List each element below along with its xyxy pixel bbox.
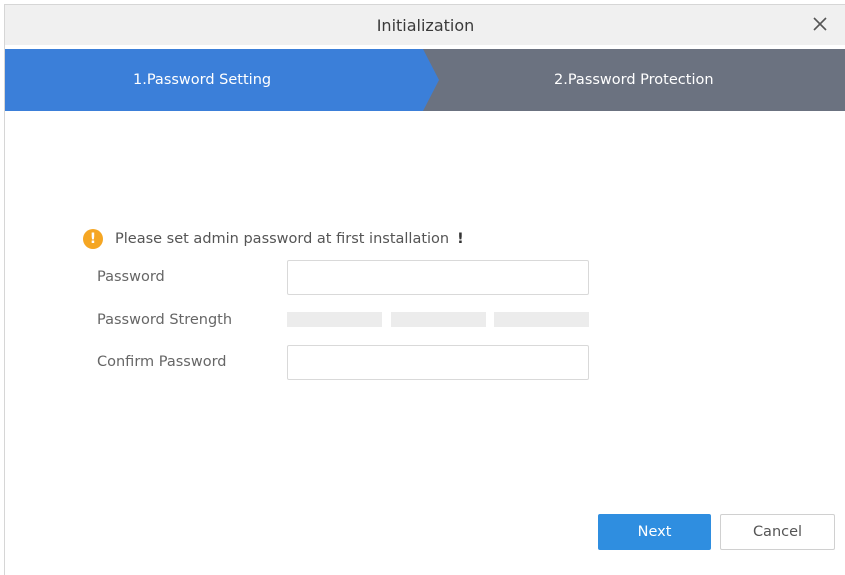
strength-bar-medium <box>391 312 486 327</box>
close-button[interactable] <box>808 12 832 36</box>
next-button[interactable]: Next <box>598 514 711 550</box>
notice-text: Please set admin password at first insta… <box>115 231 450 247</box>
password-input[interactable] <box>287 260 589 295</box>
password-strength-label: Password Strength <box>97 312 233 328</box>
strength-bar-strong <box>494 312 589 327</box>
step-password-setting: 1.Password Setting <box>133 72 272 88</box>
notice-emphasis: ! <box>457 231 464 247</box>
warning-icon: ! <box>83 229 103 249</box>
confirm-password-input[interactable] <box>287 345 589 380</box>
strength-bar-weak <box>287 312 382 327</box>
cancel-button[interactable]: Cancel <box>720 514 835 550</box>
dialog-title: Initialization <box>376 15 475 35</box>
close-icon <box>813 17 827 31</box>
step-indicator: 1.Password Setting 2.Password Protection <box>5 49 845 111</box>
notice: ! Please set admin password at first ins… <box>83 229 464 249</box>
title-bar: Initialization <box>5 5 845 45</box>
step-password-protection: 2.Password Protection <box>554 72 714 88</box>
confirm-password-label: Confirm Password <box>97 354 227 370</box>
initialization-dialog: Initialization 1.Password Setting 2.Pass… <box>4 4 845 575</box>
password-label: Password <box>97 269 165 285</box>
